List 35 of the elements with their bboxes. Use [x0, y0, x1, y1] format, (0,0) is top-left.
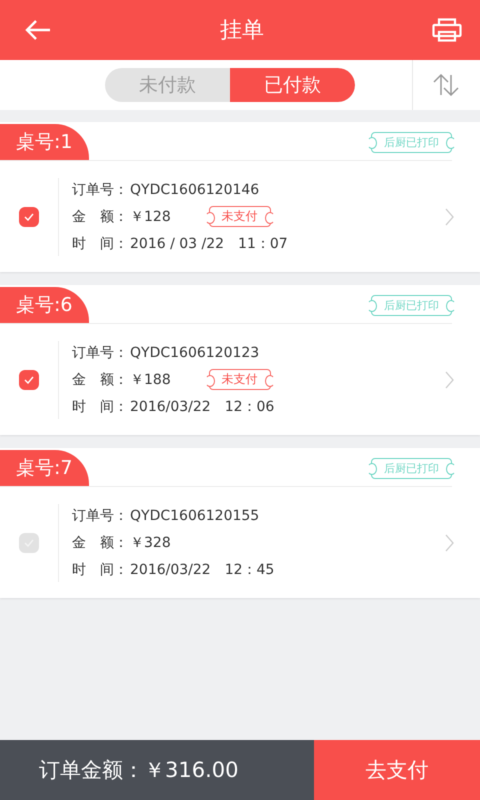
field-label: 时 间：	[72, 398, 129, 416]
field-value: 2016 / 03 /22 11：07	[130, 234, 288, 252]
sort-icon[interactable]	[432, 74, 460, 96]
chevron-right-icon[interactable]	[445, 534, 454, 552]
checkbox[interactable]	[19, 532, 39, 552]
field-label: 订单号：	[72, 506, 129, 524]
field-value: ￥188	[130, 370, 171, 388]
back-icon[interactable]	[24, 19, 52, 41]
tab[interactable]: 已付款	[230, 68, 355, 102]
field-label: 订单号：	[72, 344, 129, 362]
field-label: 金 额：	[72, 534, 129, 552]
checkbox[interactable]	[19, 206, 39, 226]
field-value: QYDC1606120123	[130, 344, 260, 360]
checkbox[interactable]	[19, 370, 39, 390]
field-value: 2016/03/22 12：45	[130, 560, 274, 578]
field-label: 金 额：	[72, 208, 129, 226]
field-label: 金 额：	[72, 370, 129, 388]
pay-button[interactable]: 去支付	[314, 740, 480, 800]
field-value: ￥128	[130, 208, 171, 226]
total-label: 订单金额：	[39, 757, 144, 784]
field-value: ￥328	[130, 534, 171, 552]
total-amount: ￥316.00	[144, 757, 238, 784]
checkmark-icon	[24, 212, 34, 220]
chevron-right-icon[interactable]	[445, 208, 454, 226]
field-label: 订单号：	[72, 180, 129, 198]
printer-icon[interactable]	[432, 18, 462, 42]
chevron-right-icon[interactable]	[445, 370, 454, 388]
field-label: 时 间：	[72, 234, 129, 252]
page-title: 挂单	[220, 17, 264, 45]
field-label: 时 间：	[72, 560, 129, 578]
field-value: QYDC1606120146	[130, 182, 260, 198]
field-value: 2016/03/22 12：06	[130, 398, 274, 416]
checkmark-icon	[24, 376, 34, 384]
field-value: QYDC1606120155	[130, 508, 260, 524]
tab[interactable]: 未付款	[105, 68, 230, 102]
